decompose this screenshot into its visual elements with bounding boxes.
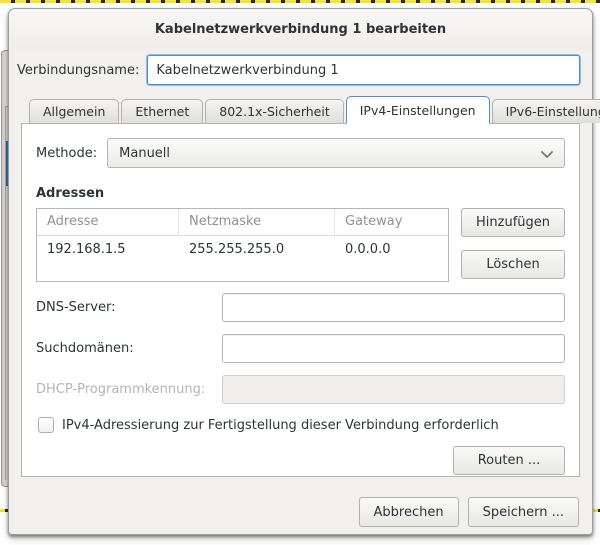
tab-bar: Allgemein Ethernet 802.1x-Sicherheit IPv… <box>9 95 592 123</box>
address-buttons: Hinzufügen Löschen <box>461 208 565 279</box>
address-table-row[interactable]: 192.168.1.5 255.255.255.0 0.0.0.0 <box>37 236 448 264</box>
ipv4-settings-panel: Methode: Manuell Adressen Adresse Netzma… <box>21 123 580 477</box>
tab-8021x-sicherheit[interactable]: 802.1x-Sicherheit <box>205 99 344 123</box>
connection-name-input[interactable] <box>147 55 580 85</box>
addresses-section-label: Adressen <box>36 186 565 201</box>
addresses-table[interactable]: Adresse Netzmaske Gateway 192.168.1.5 25… <box>36 208 449 282</box>
search-domains-row: Suchdomänen: <box>36 334 565 363</box>
connection-name-label: Verbindungsname: <box>17 63 139 78</box>
cell-netzmaske[interactable]: 255.255.255.0 <box>179 236 335 264</box>
routes-row: Routen ... <box>36 446 565 475</box>
method-label: Methode: <box>36 146 97 161</box>
cancel-button[interactable]: Abbrechen <box>359 497 459 527</box>
method-dropdown-value: Manuell <box>119 146 170 161</box>
dhcp-client-id-input <box>222 375 565 404</box>
search-domains-input[interactable] <box>222 334 565 363</box>
dialog-title: Kabelnetzwerkverbindung 1 bearbeiten <box>155 22 446 37</box>
edit-connection-dialog: Kabelnetzwerkverbindung 1 bearbeiten Ver… <box>8 8 593 535</box>
dhcp-client-id-label: DHCP-Programmkennung: <box>36 382 222 397</box>
routes-button[interactable]: Routen ... <box>453 446 565 475</box>
column-header-adresse[interactable]: Adresse <box>37 209 179 235</box>
method-row: Methode: Manuell <box>36 138 565 168</box>
dialog-action-bar: Abbrechen Speichern ... <box>9 490 592 534</box>
tab-ipv4-einstellungen[interactable]: IPv4-Einstellungen <box>346 96 490 124</box>
tab-ipv6-einstellungen[interactable]: IPv6-Einstellungen <box>492 99 600 123</box>
column-header-netzmaske[interactable]: Netzmaske <box>179 209 335 235</box>
annotation-dashed-line-top <box>0 0 600 3</box>
tab-ethernet[interactable]: Ethernet <box>121 99 203 123</box>
delete-address-button[interactable]: Löschen <box>461 250 565 279</box>
chevron-down-icon <box>541 148 553 163</box>
dns-server-input[interactable] <box>222 293 565 322</box>
require-ipv4-checkbox[interactable] <box>38 417 54 433</box>
connection-name-row: Verbindungsname: <box>9 49 592 95</box>
column-header-gateway[interactable]: Gateway <box>335 209 448 235</box>
dns-server-row: DNS-Server: <box>36 293 565 322</box>
annotation-dash-left <box>0 509 8 512</box>
annotation-dash-right <box>593 509 600 512</box>
save-button[interactable]: Speichern ... <box>468 497 579 527</box>
dialog-titlebar[interactable]: Kabelnetzwerkverbindung 1 bearbeiten <box>9 9 592 49</box>
require-ipv4-row: IPv4-Adressierung zur Fertigstellung die… <box>38 417 565 433</box>
cell-adresse[interactable]: 192.168.1.5 <box>37 236 179 264</box>
addresses-block: Adresse Netzmaske Gateway 192.168.1.5 25… <box>36 208 565 282</box>
tab-allgemein[interactable]: Allgemein <box>29 99 119 123</box>
cell-gateway[interactable]: 0.0.0.0 <box>335 236 448 264</box>
search-domains-label: Suchdomänen: <box>36 341 222 356</box>
add-address-button[interactable]: Hinzufügen <box>461 208 565 237</box>
require-ipv4-label: IPv4-Adressierung zur Fertigstellung die… <box>62 418 499 433</box>
addresses-table-header: Adresse Netzmaske Gateway <box>37 209 448 236</box>
dns-server-label: DNS-Server: <box>36 300 222 315</box>
method-dropdown[interactable]: Manuell <box>107 138 565 168</box>
dhcp-client-id-row: DHCP-Programmkennung: <box>36 375 565 404</box>
